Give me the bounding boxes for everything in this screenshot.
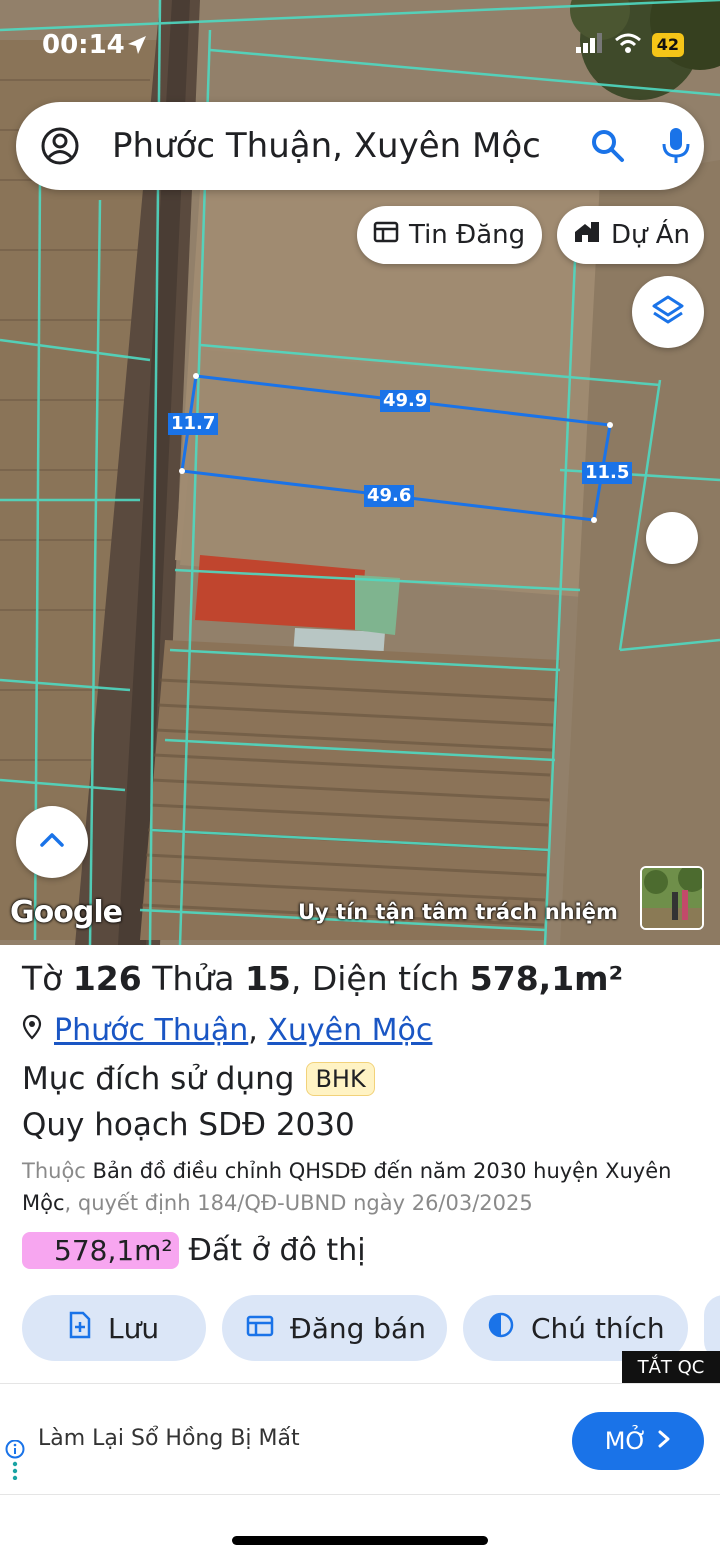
battery-indicator: 42 xyxy=(651,33,684,57)
commune-link[interactable]: Phước Thuận xyxy=(54,1013,248,1048)
dimension-left: 11.7 xyxy=(168,413,219,435)
legend-label: Chú thích xyxy=(531,1311,665,1345)
purpose-badge: BHK xyxy=(306,1062,375,1096)
plot-number: 15 xyxy=(244,959,291,998)
chevron-up-icon xyxy=(39,832,65,852)
zone-area-pill: 578,1m² xyxy=(22,1232,179,1269)
dimension-top: 49.9 xyxy=(380,390,431,412)
layers-icon xyxy=(651,293,685,331)
ad-open-label: MỞ xyxy=(604,1427,648,1455)
dimension-bottom: 49.6 xyxy=(364,485,415,507)
watermark-text: Uy tín tận tâm trách nhiệm xyxy=(298,900,618,924)
plan-description: Thuộc Bản đồ điều chỉnh QHSDĐ đến năm 20… xyxy=(22,1155,682,1219)
contrast-icon xyxy=(487,1311,515,1346)
microphone-icon[interactable] xyxy=(660,126,692,170)
listings-chip[interactable]: Tin Đăng xyxy=(357,206,542,264)
parcel-area: 578,1m² xyxy=(469,959,624,998)
map-view[interactable]: 49.9 11.7 11.5 49.6 00:14 42 Phước Thuận… xyxy=(0,0,720,945)
location-pin-icon xyxy=(22,1013,42,1048)
title-prefix: Tờ xyxy=(22,959,73,998)
listing-icon xyxy=(246,1312,274,1345)
account-icon[interactable] xyxy=(40,126,80,170)
desc-suffix: , quyết định 184/QĐ-UBND ngày 26/03/2025 xyxy=(64,1191,533,1215)
search-icon[interactable] xyxy=(590,128,626,168)
parcel-info-sheet: Tờ 126 Thửa 15, Diện tích 578,1m² Phước … xyxy=(0,945,720,1559)
info-icon[interactable] xyxy=(4,1439,26,1484)
projects-chip[interactable]: Dự Án xyxy=(557,206,704,264)
save-label: Lưu xyxy=(108,1311,160,1345)
status-time: 00:14 xyxy=(42,30,125,60)
ad-open-button[interactable]: MỞ xyxy=(572,1412,704,1470)
home-indicator[interactable] xyxy=(232,1536,488,1545)
district-link[interactable]: Xuyên Mộc xyxy=(267,1013,432,1048)
status-bar: 00:14 42 xyxy=(0,0,720,92)
layers-button[interactable] xyxy=(632,276,704,348)
post-sale-button[interactable]: Đăng bán xyxy=(222,1295,447,1361)
photo-thumbnail[interactable] xyxy=(640,866,704,930)
listings-label: Tin Đăng xyxy=(409,220,526,250)
ad-text: Làm Lại Sổ Hồng Bị Mất xyxy=(38,1426,300,1451)
search-bar[interactable]: Phước Thuận, Xuyên Mộc xyxy=(16,102,704,190)
search-input[interactable]: Phước Thuận, Xuyên Mộc xyxy=(112,126,572,166)
chevron-right-icon xyxy=(657,1427,671,1455)
dimension-right: 11.5 xyxy=(582,462,633,484)
wifi-icon xyxy=(614,32,642,58)
ad-banner[interactable]: Làm Lại Sổ Hồng Bị Mất MỞ xyxy=(0,1383,720,1495)
home-work-icon xyxy=(573,220,601,251)
zone-type: Đất ở đô thị xyxy=(188,1233,366,1268)
plan-label: Quy hoạch SDĐ 2030 xyxy=(22,1107,355,1143)
save-button[interactable]: Lưu xyxy=(22,1295,206,1361)
map-control-button[interactable] xyxy=(646,512,698,564)
post-sale-label: Đăng bán xyxy=(290,1311,426,1345)
close-ad-button[interactable]: TẮT QC xyxy=(622,1351,720,1383)
expand-button[interactable] xyxy=(16,806,88,878)
listings-icon xyxy=(373,220,399,251)
purpose-label: Mục đích sử dụng xyxy=(22,1061,295,1097)
add-document-icon xyxy=(68,1311,92,1346)
google-logo: Google xyxy=(10,895,123,930)
signal-icon xyxy=(575,33,604,57)
projects-label: Dự Án xyxy=(611,220,691,250)
desc-prefix: Thuộc xyxy=(22,1159,86,1183)
parcel-address: Phước Thuận, Xuyên Mộc xyxy=(22,1013,432,1048)
sheet-number: 126 xyxy=(72,959,142,998)
title-plot-label: Thửa xyxy=(141,959,245,998)
parcel-title: Tờ 126 Thửa 15, Diện tích 578,1m² xyxy=(22,959,623,998)
zone-row: 578,1m² Đất ở đô thị xyxy=(22,1232,366,1269)
title-area-label: , Diện tích xyxy=(290,959,470,998)
land-use-purpose: Mục đích sử dụng BHK xyxy=(22,1061,375,1097)
location-arrow-icon xyxy=(126,34,148,60)
